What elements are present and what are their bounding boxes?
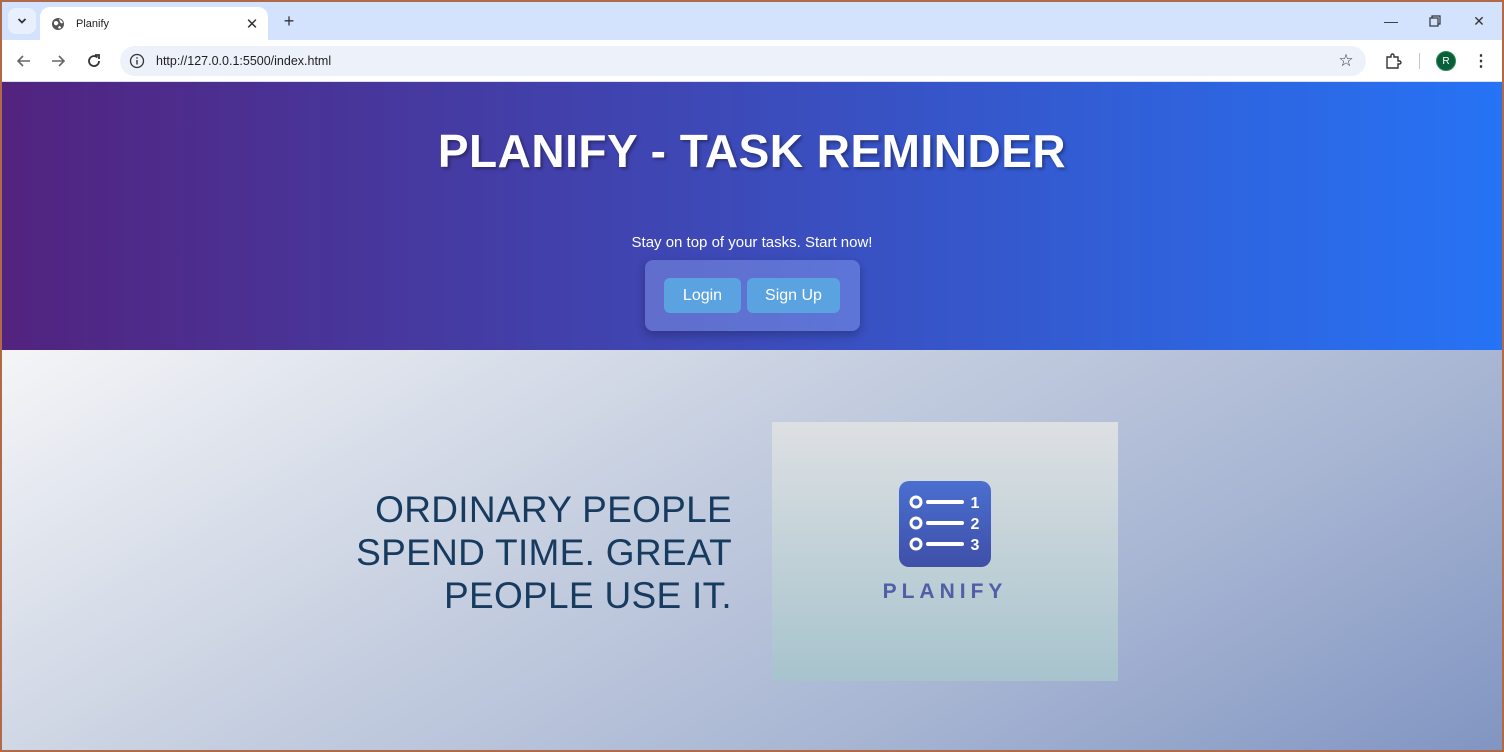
url-text[interactable]: http://127.0.0.1:5500/index.html — [156, 54, 331, 68]
logo-number: 2 — [971, 516, 980, 533]
browser-tab[interactable]: Planify ✕ — [40, 7, 268, 40]
logo-number: 3 — [971, 537, 980, 554]
page-title: PLANIFY - TASK REMINDER — [437, 125, 1067, 177]
back-arrow-icon[interactable] — [12, 49, 36, 73]
quote-line: ORDINARY PEOPLE — [375, 489, 732, 530]
tab-search-button[interactable] — [8, 8, 36, 34]
feature-section: ORDINARY PEOPLE SPEND TIME. GREAT PEOPLE… — [2, 350, 1502, 750]
new-tab-button[interactable]: + — [278, 10, 300, 32]
tab-title: Planify — [76, 17, 110, 30]
planify-logo-card: 1 2 3 PLANIFY — [772, 422, 1118, 681]
login-button[interactable]: Login — [664, 278, 741, 313]
reload-icon[interactable] — [82, 49, 106, 73]
logo-wordmark: PLANIFY — [882, 580, 1008, 603]
hero-subtitle: Stay on top of your tasks. Start now! — [631, 234, 873, 251]
extensions-icon[interactable] — [1384, 52, 1402, 70]
minimize-icon[interactable]: — — [1376, 8, 1406, 34]
globe-icon — [50, 16, 66, 32]
address-toolbar: http://127.0.0.1:5500/index.html ☆ R ⋮ — [2, 40, 1502, 82]
quote-line: SPEND TIME. GREAT — [356, 532, 732, 573]
signup-button[interactable]: Sign Up — [747, 278, 840, 313]
bookmark-star-icon[interactable]: ☆ — [1336, 51, 1356, 71]
restore-icon[interactable] — [1420, 8, 1450, 34]
close-tab-icon[interactable]: ✕ — [242, 14, 262, 34]
motto-quote: ORDINARY PEOPLE SPEND TIME. GREAT PEOPLE… — [292, 488, 732, 617]
chevron-down-icon — [17, 18, 27, 24]
info-icon[interactable] — [129, 53, 145, 69]
close-window-icon[interactable]: ✕ — [1464, 8, 1494, 34]
quote-line: PEOPLE USE IT. — [444, 575, 732, 616]
checklist-logo-icon: 1 2 3 — [899, 481, 991, 567]
auth-button-panel: Login Sign Up — [645, 260, 860, 331]
hero-banner: PLANIFY - TASK REMINDER Stay on top of y… — [2, 82, 1502, 350]
tab-strip: Planify ✕ + — ✕ — [2, 2, 1502, 40]
toolbar-divider — [1419, 53, 1420, 69]
kebab-menu-icon[interactable]: ⋮ — [1472, 51, 1490, 71]
forward-arrow-icon[interactable] — [46, 49, 70, 73]
profile-avatar[interactable]: R — [1436, 51, 1456, 71]
logo-number: 1 — [971, 495, 980, 512]
browser-window: Planify ✕ + — ✕ http://127.0.0.1:5500/in… — [2, 2, 1502, 750]
page-content: PLANIFY - TASK REMINDER Stay on top of y… — [2, 82, 1502, 750]
address-bar[interactable]: http://127.0.0.1:5500/index.html ☆ — [120, 46, 1366, 76]
